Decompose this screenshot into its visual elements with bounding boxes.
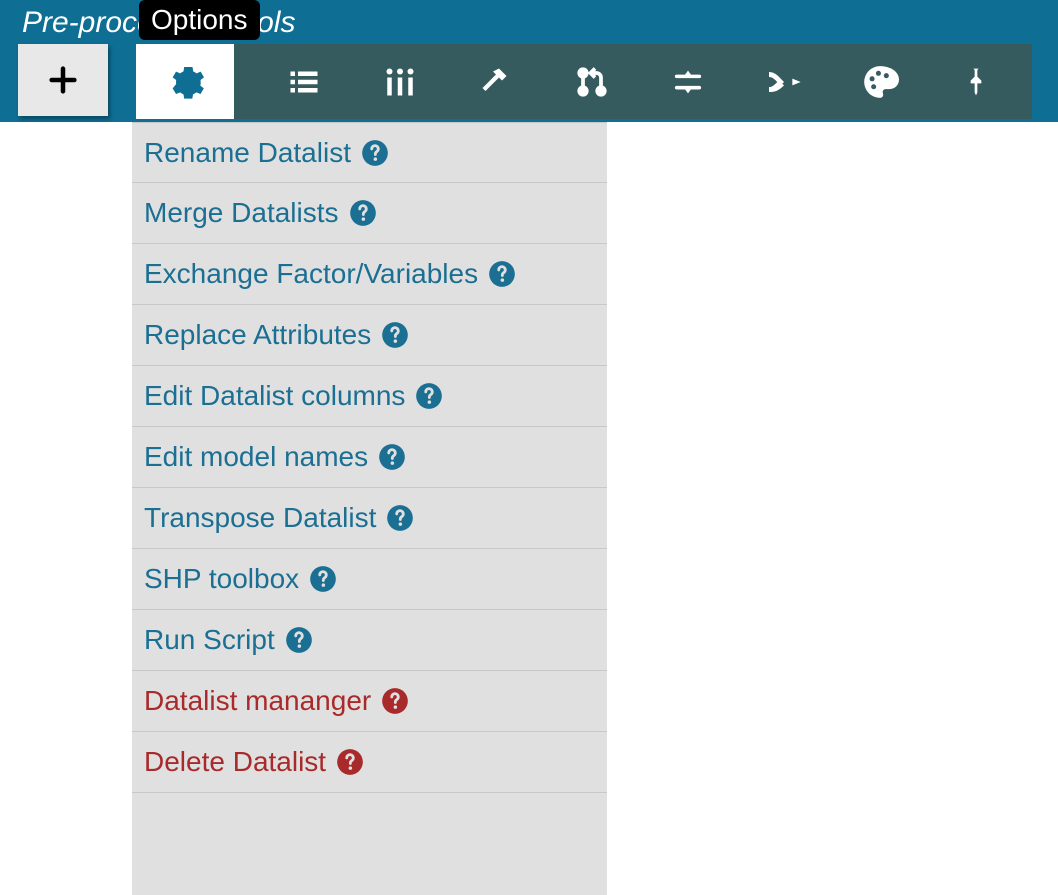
hammer-icon	[478, 64, 514, 100]
help-icon[interactable]	[415, 382, 443, 410]
toolbar-item-arrow-merge[interactable]	[736, 44, 832, 119]
help-icon[interactable]	[309, 565, 337, 593]
options-button[interactable]	[136, 44, 234, 119]
menu-item[interactable]: Datalist mananger	[132, 671, 607, 732]
toolbar-item-hammer[interactable]	[448, 44, 544, 119]
toolbar-item-columns[interactable]	[352, 44, 448, 119]
header-bar: Pre-processing tools Options	[0, 0, 1058, 122]
help-icon[interactable]	[488, 260, 516, 288]
toolbar-item-slider[interactable]	[640, 44, 736, 119]
toolbar-item-pull-request[interactable]	[544, 44, 640, 119]
dark-toolbar	[234, 44, 1032, 119]
options-tooltip: Options	[139, 0, 260, 40]
menu-item-label: Datalist mananger	[144, 685, 371, 717]
menu-item[interactable]: Exchange Factor/Variables	[132, 244, 607, 305]
add-button[interactable]	[18, 44, 108, 116]
menu-item-label: Run Script	[144, 624, 275, 656]
menu-item-label: Replace Attributes	[144, 319, 371, 351]
menu-item[interactable]: Edit Datalist columns	[132, 366, 607, 427]
menu-item[interactable]: Replace Attributes	[132, 305, 607, 366]
options-dropdown-panel: Rename Datalist Merge Datalists Exchange F…	[132, 122, 607, 895]
menu-item-label: Delete Datalist	[144, 746, 326, 778]
columns-icon	[382, 64, 418, 100]
plus-icon	[46, 63, 80, 97]
toolbar-row	[18, 44, 1032, 119]
toolbar-item-palette[interactable]	[832, 44, 928, 119]
pull-request-icon	[574, 64, 610, 100]
menu-item[interactable]: Edit model names	[132, 427, 607, 488]
gear-icon	[165, 62, 205, 102]
menu-item-label: Edit model names	[144, 441, 368, 473]
help-icon[interactable]	[381, 687, 409, 715]
menu-item-label: Transpose Datalist	[144, 502, 376, 534]
menu-item-label: SHP toolbox	[144, 563, 299, 595]
slider-icon	[671, 65, 705, 99]
help-icon[interactable]	[349, 199, 377, 227]
menu-item[interactable]: Run Script	[132, 610, 607, 671]
menu-item[interactable]: Delete Datalist	[132, 732, 607, 793]
palette-icon	[861, 63, 899, 101]
menu-item[interactable]: Rename Datalist	[132, 122, 607, 183]
menu-item-label: Rename Datalist	[144, 137, 351, 169]
list-icon	[286, 64, 322, 100]
menu-item[interactable]: Transpose Datalist	[132, 488, 607, 549]
help-icon[interactable]	[361, 139, 389, 167]
toolbar-item-pin[interactable]	[928, 44, 1024, 119]
menu-item-label: Exchange Factor/Variables	[144, 258, 478, 290]
toolbar-item-list[interactable]	[256, 44, 352, 119]
arrow-merge-icon	[764, 62, 804, 102]
help-icon[interactable]	[386, 504, 414, 532]
help-icon[interactable]	[381, 321, 409, 349]
menu-item[interactable]: SHP toolbox	[132, 549, 607, 610]
menu-item-label: Merge Datalists	[144, 197, 339, 229]
help-icon[interactable]	[285, 626, 313, 654]
help-icon[interactable]	[378, 443, 406, 471]
menu-item[interactable]: Merge Datalists	[132, 183, 607, 244]
menu-item-label: Edit Datalist columns	[144, 380, 405, 412]
help-icon[interactable]	[336, 748, 364, 776]
pin-icon	[960, 66, 992, 98]
